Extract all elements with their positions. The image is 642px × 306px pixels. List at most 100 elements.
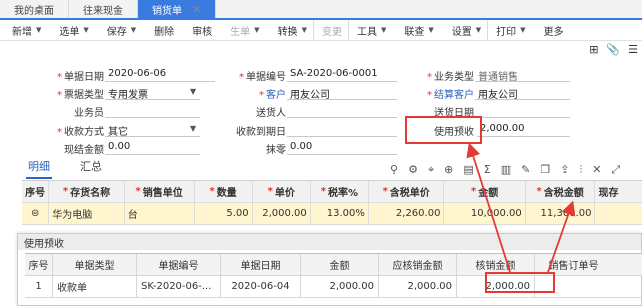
grid-header: 序号 * 存货名称 * 销售单位 * 数量 * 单价 * 税率% * 含税单价 * 金额 * 含… <box>22 181 642 203</box>
button-label: 设置 <box>451 26 472 38</box>
cell-unit[interactable]: 台 <box>125 203 195 224</box>
location-icon[interactable]: ⌖ <box>428 163 434 177</box>
col-header: * 含税单价 <box>369 181 445 202</box>
select-button[interactable]: 选单 ▼ <box>47 20 94 41</box>
settings-icon[interactable]: ⚙ <box>408 163 418 177</box>
col-header: 应核销金额 <box>379 254 457 275</box>
col-header: 单据类型 <box>53 254 137 275</box>
audit-button[interactable]: 审核 <box>180 20 218 41</box>
customer-label[interactable]: * 客户 <box>222 86 286 101</box>
cell-amount[interactable]: 2,000.00 <box>301 276 379 297</box>
date-value[interactable]: 2020-06-06 <box>108 68 166 79</box>
col-header: * 金额 <box>444 181 526 202</box>
row-operation-icon[interactable]: ⊜ <box>22 203 50 224</box>
tab-label: 销货单 <box>152 5 182 17</box>
button-label: 新增 <box>12 26 32 38</box>
discount-value[interactable]: 0.00 <box>290 141 312 152</box>
date-label: * 单据日期 <box>57 72 104 83</box>
delete-row-icon[interactable]: ✕ <box>592 163 601 177</box>
generate-button[interactable]: 生单 ▼ <box>218 20 265 41</box>
bill-number-value[interactable]: SA-2020-06-0001 <box>290 68 378 79</box>
settle-customer-label[interactable]: * 结算客户 <box>410 86 474 101</box>
cell-qty[interactable]: 5.00 <box>195 203 253 224</box>
cell-no: 1 <box>25 276 53 297</box>
tab-label: 往来现金 <box>83 5 123 17</box>
button-label: 选单 <box>59 26 80 38</box>
chevron-down-icon: ▼ <box>301 26 307 34</box>
tab-detail[interactable]: 明细 <box>26 158 52 179</box>
tab-sales-bill[interactable]: 销货单 ✕ <box>138 0 217 18</box>
col-header: * 存货名称 <box>49 181 125 202</box>
due-date-label: 收款到期日 <box>236 127 286 138</box>
more-button[interactable]: 更多 <box>532 20 570 41</box>
save-button[interactable]: 保存 ▼ <box>95 20 142 41</box>
menu-icon[interactable]: ☰ <box>628 43 638 56</box>
tools-button[interactable]: 工具 ▼ <box>347 19 392 41</box>
edit-icon[interactable]: ✎ <box>521 163 530 177</box>
change-button[interactable]: 变更 <box>312 19 348 41</box>
chevron-down-icon[interactable]: ▼ <box>190 87 196 96</box>
grid-toolbar-icons: ⚲ ⚙ ⌖ ⊕ ▤ Σ ▥ ✎ ❐ ⇪ ⫶ ✕ ⤢ <box>390 163 620 177</box>
tab-summary[interactable]: 汇总 <box>78 158 104 179</box>
chevron-down-icon: ▼ <box>380 26 387 34</box>
tab-desktop[interactable]: 我的桌面 <box>0 0 69 18</box>
button-label: 工具 <box>356 26 377 38</box>
cell-item-name[interactable]: 华为电脑 <box>49 203 125 224</box>
cell-tax-amount[interactable]: 11,300.00 <box>526 203 596 224</box>
cell-amount[interactable]: 10,000.00 <box>444 203 526 224</box>
col-header: 单据编号 <box>137 254 221 275</box>
cell-bill-date[interactable]: 2020-06-04 <box>221 276 301 297</box>
tab-cash[interactable]: 往来现金 <box>69 0 138 18</box>
cell-tax-price[interactable]: 2,260.00 <box>369 203 445 224</box>
attachment-icon[interactable]: 📎 <box>606 43 620 56</box>
filter-icon[interactable]: ⊕ <box>444 163 453 177</box>
tab-label: 我的桌面 <box>14 5 54 17</box>
search-icon[interactable]: ⚲ <box>390 163 398 177</box>
cell-bill-type[interactable]: 收款单 <box>53 276 137 297</box>
button-label: 审核 <box>192 26 213 38</box>
cell-price[interactable]: 2,000.00 <box>253 203 311 224</box>
link-query-button[interactable]: 联查 ▼ <box>392 20 439 41</box>
view-icons: ⊞ 📎 ☰ <box>589 43 638 56</box>
cell-due-amount[interactable]: 2,000.00 <box>379 276 457 297</box>
col-header: 序号 <box>22 181 50 202</box>
settings-button[interactable]: 设置 ▼ <box>440 20 487 41</box>
split-icon[interactable]: ⫶ <box>579 163 582 177</box>
export-icon[interactable]: ⇪ <box>560 163 569 177</box>
button-label: 删除 <box>154 26 175 38</box>
chevron-down-icon[interactable]: ▼ <box>190 124 196 133</box>
delete-button[interactable]: 删除 <box>142 20 180 41</box>
cell-tax-rate[interactable]: 13.00% <box>311 203 369 224</box>
print-button[interactable]: 打印 ▼ <box>487 19 531 41</box>
col-header: * 含税金额 <box>526 181 596 202</box>
detail-grid: 序号 * 存货名称 * 销售单位 * 数量 * 单价 * 税率% * 含税单价 * 金额 * 含… <box>22 180 642 225</box>
button-label: 变更 <box>321 26 342 38</box>
close-icon[interactable]: ✕ <box>192 3 201 16</box>
discount-label: 抹零 <box>266 145 286 156</box>
cash-amount-value[interactable]: 0.00 <box>108 141 130 152</box>
convert-button[interactable]: 转换 ▼ <box>266 20 313 41</box>
sum-icon[interactable]: Σ <box>484 163 491 177</box>
cell-stock[interactable] <box>595 203 642 224</box>
cell-bill-number[interactable]: SK-2020-06-... <box>137 276 221 297</box>
dialog-title: 使用预收 <box>18 234 641 250</box>
row-icon[interactable]: ▥ <box>501 163 511 177</box>
bill-number-label: * 单据编号 <box>239 72 286 83</box>
chevron-down-icon: ▼ <box>428 26 434 34</box>
copy-icon[interactable]: ❐ <box>540 163 550 177</box>
table-row[interactable]: ⊜ 华为电脑 台 5.00 2,000.00 13.00% 2,260.00 1… <box>22 203 642 225</box>
layout-icon[interactable]: ▤ <box>463 163 473 177</box>
col-header: 金额 <box>301 254 379 275</box>
col-header: * 单价 <box>253 181 311 202</box>
grid-view-icon[interactable]: ⊞ <box>589 43 598 56</box>
new-button[interactable]: 新增 ▼ <box>0 20 47 41</box>
expand-icon[interactable]: ⤢ <box>611 163 620 177</box>
col-header: 序号 <box>25 254 53 275</box>
col-header: * 数量 <box>195 181 253 202</box>
prepay-value[interactable]: 2,000.00 <box>480 123 525 134</box>
chevron-down-icon: ▼ <box>475 26 482 34</box>
invoice-type-label: * 票据类型 <box>57 90 104 101</box>
col-header: 现存 <box>598 188 619 199</box>
chevron-down-icon: ▼ <box>254 26 260 34</box>
deliverer-label: 送货人 <box>256 108 286 119</box>
